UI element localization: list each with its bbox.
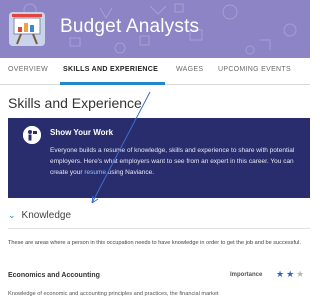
tab-bar: OVERVIEW SKILLS AND EXPERIENCE WAGES UPC… — [0, 58, 310, 85]
page-title: Skills and Experience — [8, 95, 142, 111]
person-presenting-icon — [23, 126, 41, 144]
active-tab-indicator — [60, 82, 165, 85]
skill-title: Economics and Accounting — [8, 272, 100, 279]
skill-description: Knowledge of economic and accounting pri… — [8, 291, 219, 297]
star-icon: ★ — [286, 269, 295, 279]
resume-link[interactable]: resume — [84, 169, 106, 176]
star-icon: ★ — [296, 269, 305, 279]
callout-heading: Show Your Work — [50, 128, 114, 137]
callout-body-text-end: using Naviance. — [106, 169, 155, 176]
importance-label: Importance — [230, 272, 263, 278]
tab-overview[interactable]: OVERVIEW — [8, 66, 48, 73]
section-divider — [8, 228, 310, 229]
app-header: Budget Analysts — [0, 0, 310, 58]
section-label: Knowledge — [21, 209, 72, 221]
callout-body: Everyone builds a resume of knowledge, s… — [50, 145, 308, 178]
career-logo-icon — [9, 12, 45, 46]
page-header-title: Budget Analysts — [60, 16, 200, 37]
show-your-work-callout: Show Your Work Everyone builds a resume … — [8, 118, 310, 198]
section-intro: These are areas where a person in this o… — [8, 240, 301, 246]
tab-upcoming-events[interactable]: UPCOMING EVENTS — [218, 66, 291, 73]
star-icon: ★ — [276, 269, 285, 279]
importance-rating: ★ ★ ★ — [276, 269, 304, 279]
chevron-down-icon: ⌄ — [8, 209, 16, 220]
tab-skills-and-experience[interactable]: SKILLS AND EXPERIENCE — [63, 66, 158, 73]
tab-wages[interactable]: WAGES — [176, 66, 203, 73]
knowledge-section-toggle[interactable]: ⌄ Knowledge — [8, 208, 71, 222]
